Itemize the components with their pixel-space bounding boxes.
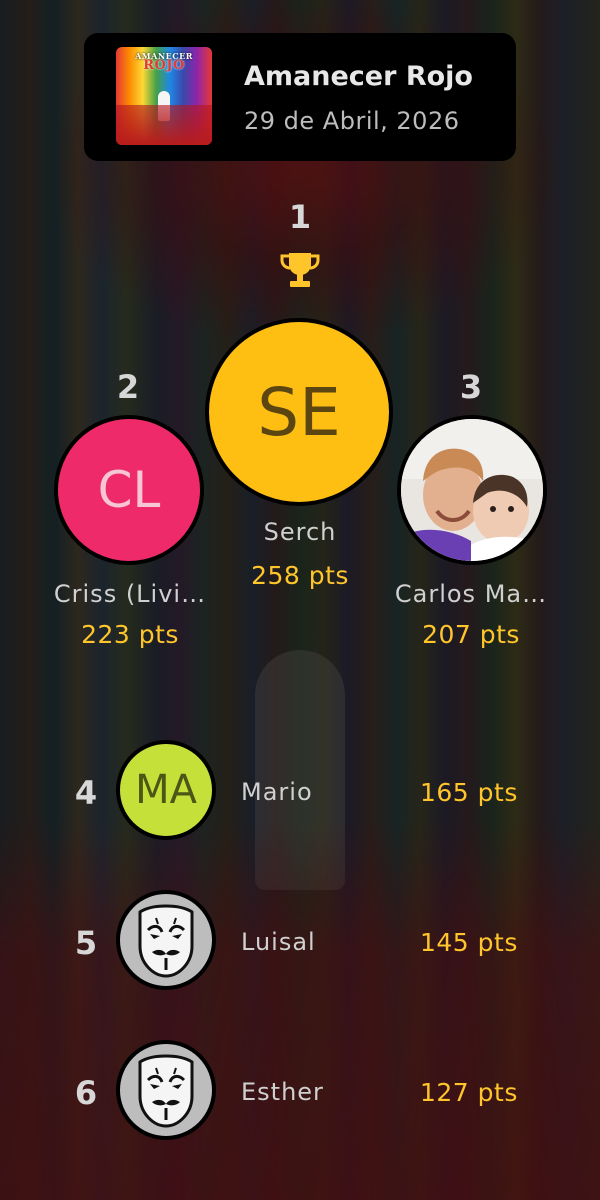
podium-rank-1: 1 (288, 198, 312, 236)
mask-icon (116, 1040, 216, 1140)
row-avatar: MA (116, 740, 216, 840)
row-points: 165 pts (420, 778, 518, 807)
cover-title-text: AMANECER ROJO (135, 51, 193, 73)
leaderboard-row[interactable]: 6 Esther 127 pts (0, 1038, 600, 1148)
podium-rank-2: 2 (116, 368, 140, 406)
trophy-icon (280, 253, 320, 287)
podium-name-1: Serch (263, 518, 337, 546)
avatar-initials: CL (97, 461, 161, 519)
podium-points-3: 207 pts (422, 620, 520, 649)
row-name: Esther (241, 1078, 324, 1106)
podium-name-2: Criss (Livi… (53, 580, 207, 608)
podium-avatar-3-photo[interactable] (397, 415, 547, 565)
row-rank: 4 (74, 774, 98, 812)
profile-photo (401, 419, 543, 561)
row-rank: 5 (74, 924, 98, 962)
podium-name-3: Carlos Ma… (394, 580, 548, 608)
row-points: 127 pts (420, 1078, 518, 1107)
mask-icon (116, 890, 216, 990)
game-header-card[interactable]: AMANECER ROJO Amanecer Rojo 29 de Abril,… (84, 33, 516, 161)
leaderboard-row[interactable]: 5 Luisal 145 pts (0, 888, 600, 998)
row-points: 145 pts (420, 928, 518, 957)
leaderboard-row[interactable]: 4 MA Mario 165 pts (0, 738, 600, 848)
podium-points-2: 223 pts (81, 620, 179, 649)
row-name: Mario (241, 778, 313, 806)
podium-points-1: 258 pts (251, 561, 349, 590)
game-title: Amanecer Rojo (244, 61, 473, 92)
game-cover-image: AMANECER ROJO (116, 47, 212, 145)
podium-avatar-2[interactable]: CL (54, 415, 204, 565)
row-rank: 6 (74, 1074, 98, 1112)
row-name: Luisal (241, 928, 316, 956)
cover-red-floor (116, 105, 212, 145)
game-date: 29 de Abril, 2026 (244, 107, 460, 135)
avatar-initials: SE (257, 373, 341, 451)
podium-avatar-1[interactable]: SE (205, 318, 393, 506)
podium-rank-3: 3 (459, 368, 483, 406)
avatar-initials: MA (135, 767, 197, 813)
